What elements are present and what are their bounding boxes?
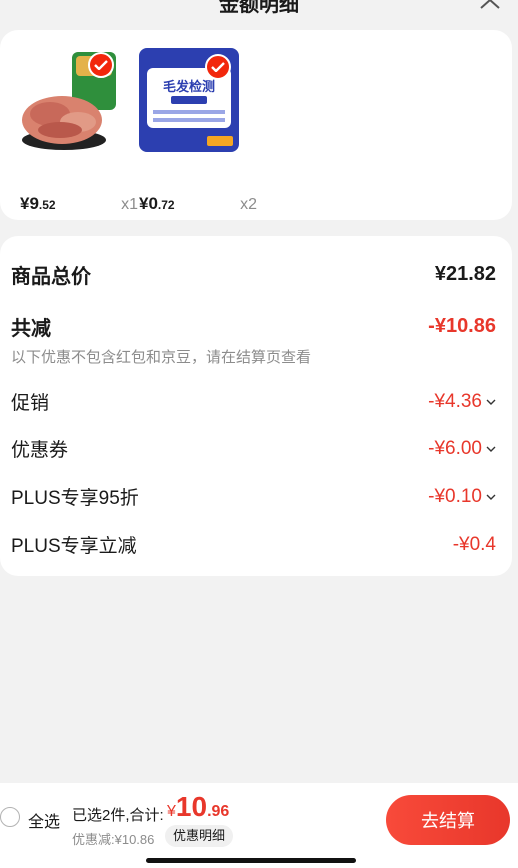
checkout-bar: 全选 已选2件,合计: ¥10.96 优惠减:¥10.86 优惠明细 去结算: [0, 783, 518, 868]
coupon-row[interactable]: 优惠券 -¥6.00: [11, 435, 496, 462]
home-indicator: [146, 858, 356, 863]
chevron-down-icon: [486, 494, 496, 500]
select-all-label[interactable]: 全选: [28, 808, 60, 832]
plus-reduce-label: PLUS专享立减: [11, 536, 137, 557]
coupon-label: 优惠券: [11, 440, 69, 461]
selected-count-text: 已选2件,合计:: [72, 807, 164, 824]
total-price-label: 商品总价: [11, 266, 91, 288]
coupon-value: -¥6.00: [428, 438, 496, 460]
products-card: ¥9.52 x1 毛发检测 ¥0.72 x2: [0, 30, 512, 220]
price-row: ¥9.52 x1: [20, 194, 138, 214]
price-row: ¥0.72 x2: [139, 194, 257, 214]
plus-discount-row[interactable]: PLUS专享95折 -¥0.10: [11, 483, 496, 510]
selected-check-icon: [205, 54, 231, 80]
chevron-down-icon: [486, 446, 496, 452]
promotion-value: -¥4.36: [428, 391, 496, 413]
plus-discount-label: PLUS专享95折: [11, 488, 139, 509]
total-reduce-row: 共减 -¥10.86: [11, 312, 496, 341]
total-amount: ¥10.96: [167, 791, 230, 822]
sheet-header: 金额明细: [0, 0, 518, 28]
price-summary-card: 商品总价 ¥21.82 共减 -¥10.86 以下优惠不包含红包和京豆，请在结算…: [0, 236, 512, 576]
plus-reduce-value: -¥0.4: [452, 533, 496, 555]
hair-test-product-image: 毛发检测: [139, 48, 239, 152]
discount-note: 以下优惠不包含红包和京豆，请在结算页查看: [11, 349, 312, 366]
product-price: ¥9.52: [20, 194, 56, 213]
total-price-row: 商品总价 ¥21.82: [11, 260, 496, 289]
product-item[interactable]: ¥9.52 x1: [20, 48, 138, 213]
total-price-value: ¥21.82: [434, 263, 496, 285]
product-quantity: x2: [240, 196, 257, 213]
selected-check-icon: [88, 52, 114, 78]
discount-amount-text: 优惠减:¥10.86: [72, 832, 155, 847]
discount-detail-button[interactable]: 优惠明细: [165, 825, 234, 847]
total-reduce-value: -¥10.86: [428, 315, 496, 337]
product-item[interactable]: 毛发检测 ¥0.72 x2: [139, 48, 257, 213]
checkout-button[interactable]: 去结算: [386, 795, 510, 845]
promotion-row[interactable]: 促销 -¥4.36: [11, 388, 496, 415]
close-button[interactable]: [478, 0, 504, 10]
close-icon: [480, 0, 500, 9]
sheet-title: 金额明细: [219, 0, 299, 16]
select-all-radio[interactable]: [0, 807, 20, 827]
chevron-down-icon: [486, 399, 496, 405]
total-reduce-label: 共减: [11, 318, 51, 340]
product-price: ¥0.72: [139, 194, 175, 213]
plus-discount-value: -¥0.10: [428, 486, 496, 508]
product-quantity: x1: [121, 196, 138, 213]
plus-reduce-row: PLUS专享立减 -¥0.4: [11, 531, 496, 558]
meat-product-image: [20, 48, 120, 152]
promotion-label: 促销: [11, 393, 50, 414]
